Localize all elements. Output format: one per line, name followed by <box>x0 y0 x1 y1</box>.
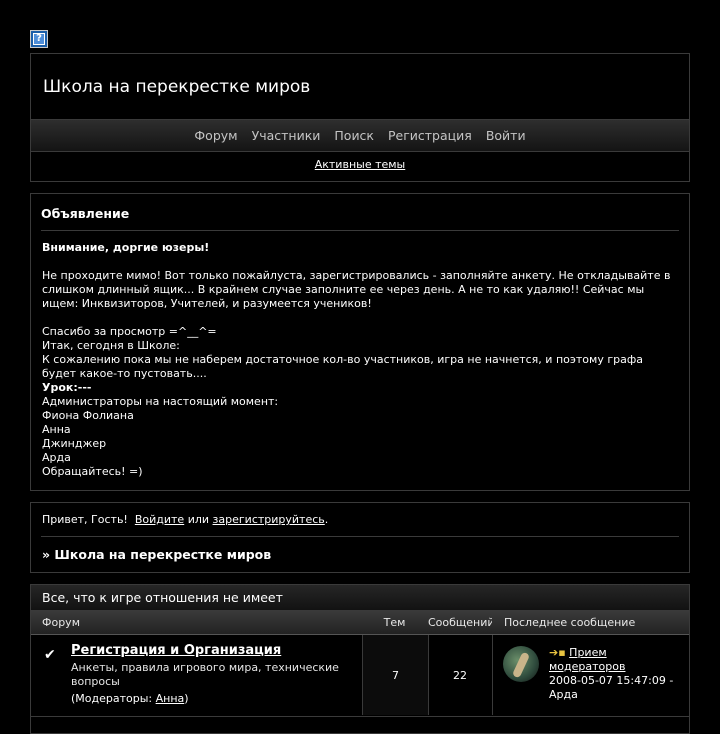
breadcrumb: » Школа на перекрестке миров <box>42 547 272 562</box>
welcome-line: Привет, Гость! Войдите или зарегистрируй… <box>42 513 328 526</box>
active-topics-link[interactable]: Активные темы <box>315 158 406 171</box>
admin-name: Арда <box>42 451 71 464</box>
or-text: или <box>187 513 210 526</box>
avatar <box>503 646 539 682</box>
forum-moderators: (Модераторы: Анна) <box>71 692 189 705</box>
login-link[interactable]: Войдите <box>135 513 184 526</box>
broken-image-icon: ? <box>30 30 48 48</box>
announcement-title: Объявление <box>41 206 130 221</box>
announcement-sorry: К сожалению пока мы не наберем достаточн… <box>42 353 643 380</box>
announcement-body: Внимание, доргие юзеры! Не проходите мим… <box>42 241 679 479</box>
last-post-author: Арда <box>549 688 578 701</box>
column-posts: Сообщений <box>428 616 492 629</box>
topics-count: 7 <box>362 635 429 715</box>
announcement-lesson: Урок:--- <box>42 381 92 394</box>
nav-register[interactable]: Регистрация <box>388 128 472 143</box>
column-last-post: Последнее сообщение <box>504 616 636 629</box>
moderators-close: ) <box>184 692 189 705</box>
announcement-greeting: Внимание, доргие юзеры! <box>42 241 210 254</box>
period-text: . <box>324 513 329 526</box>
active-topics-bar: Активные темы <box>31 158 689 171</box>
admin-name: Фиона Фолиана <box>42 409 134 422</box>
table-header: Форум Тем Сообщений Последнее сообщение <box>31 611 689 635</box>
column-forum: Форум <box>42 616 80 629</box>
register-link[interactable]: зарегистрируйтесь <box>213 513 325 526</box>
column-topics: Тем <box>383 616 406 629</box>
announcement-thanks: Спасибо за просмотр =^__^= <box>42 325 217 338</box>
last-post-cell: ➔▪ Прием модераторов 2008-05-07 15:47:09… <box>493 635 689 715</box>
announcement-today: Итак, сегодня в Школе: <box>42 339 180 352</box>
forum-link[interactable]: Регистрация и Организация <box>71 643 281 658</box>
admin-name: Джинджер <box>42 437 107 450</box>
go-to-post-icon[interactable]: ➔▪ <box>549 646 566 659</box>
announcement-text: Не проходите мимо! Вот только пожайлуста… <box>42 269 671 310</box>
nav-search[interactable]: Поиск <box>334 128 374 143</box>
announcement-contact: Обращайтесь! =) <box>42 465 143 478</box>
category-title: Все, что к игре отношения не имеет <box>31 585 689 611</box>
row-divider <box>31 716 689 717</box>
moderator-link[interactable]: Анна <box>156 692 185 705</box>
posts-count: 22 <box>428 635 493 715</box>
welcome-panel: Привет, Гость! Войдите или зарегистрируй… <box>30 502 690 573</box>
divider <box>41 536 679 537</box>
announcement-admins-label: Администраторы на настоящий момент: <box>42 395 279 408</box>
nav-login[interactable]: Войти <box>486 128 526 143</box>
divider <box>41 230 679 231</box>
announcement-panel: Объявление Внимание, доргие юзеры! Не пр… <box>30 193 690 491</box>
forum-status-cell: ✔ <box>31 635 61 715</box>
checkmark-icon: ✔ <box>44 647 56 663</box>
site-header: Школа на перекрестке миров Форум Участни… <box>30 53 690 182</box>
site-title: Школа на перекрестке миров <box>43 77 311 97</box>
nav-forum[interactable]: Форум <box>194 128 237 143</box>
table-row: ✔ Регистрация и Организация Анкеты, прав… <box>31 635 689 715</box>
admin-name: Анна <box>42 423 71 436</box>
main-nav: Форум Участники Поиск Регистрация Войти <box>31 119 689 152</box>
last-post-date: 2008-05-07 15:47:09 - <box>549 674 674 687</box>
nav-members[interactable]: Участники <box>252 128 321 143</box>
forum-cell: Регистрация и Организация Анкеты, правил… <box>61 635 391 715</box>
last-post-info: ➔▪ Прием модераторов 2008-05-07 15:47:09… <box>549 646 685 702</box>
forum-description: Анкеты, правила игрового мира, техническ… <box>71 661 339 688</box>
forum-category-panel: Все, что к игре отношения не имеет Форум… <box>30 584 690 734</box>
forum-title: Регистрация и Организация <box>71 643 281 658</box>
moderators-label: (Модераторы: <box>71 692 153 705</box>
guest-greeting: Привет, Гость! <box>42 513 128 526</box>
